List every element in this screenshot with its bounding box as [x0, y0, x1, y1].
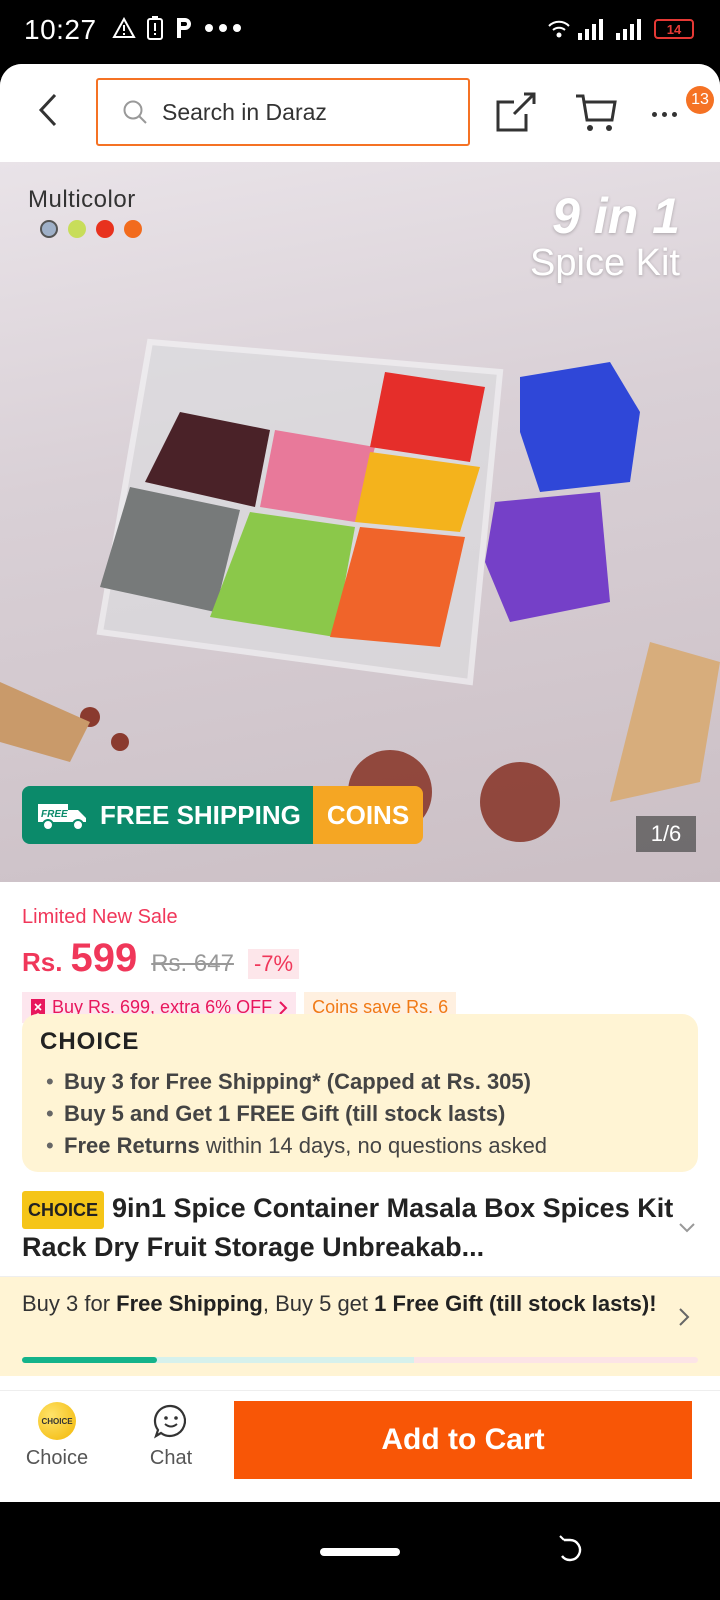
chevron-right-icon — [679, 1308, 690, 1326]
product-title: CHOICE 9in1 Spice Container Masala Box Sp… — [22, 1190, 698, 1265]
choice-tab[interactable]: CHOICE Choice — [12, 1401, 102, 1470]
discount-badge: -7% — [247, 949, 300, 979]
chat-label: Chat — [149, 1447, 193, 1469]
share-button[interactable] — [494, 90, 538, 134]
choice-logo: CHOICE — [40, 1028, 140, 1055]
benefit-free-shipping: Buy 3 for Free Shipping* (Capped at Rs. … — [40, 1066, 680, 1098]
product-image-carousel[interactable]: Multicolor 9 in 1 Spice Kit FREE FREE SH… — [0, 162, 720, 882]
status-bar: 10:27 14 — [0, 0, 720, 64]
free-shipping-progress[interactable]: Buy 3 for Free Shipping, Buy 5 get 1 Fre… — [0, 1276, 720, 1376]
image-page-counter: 1/6 — [636, 816, 696, 852]
add-to-cart-button[interactable]: Add to Cart — [234, 1401, 692, 1479]
color-swatches — [40, 220, 142, 238]
choice-benefits[interactable]: CHOICE Buy 3 for Free Shipping* (Capped … — [22, 1014, 698, 1172]
choice-badge: CHOICE — [22, 1190, 105, 1229]
signal-icon-2 — [616, 19, 641, 40]
share-icon — [496, 92, 536, 132]
chat-tab[interactable]: Chat — [126, 1401, 216, 1470]
choice-coin-icon: CHOICE — [38, 1402, 76, 1440]
shipping-text: FREE SHIPPING — [100, 799, 301, 830]
parking-icon — [177, 18, 191, 38]
swatch-green — [68, 220, 86, 238]
sale-label: Limited New Sale — [22, 906, 178, 928]
more-options-button[interactable] — [652, 102, 692, 126]
product-title-section[interactable]: CHOICE 9in1 Spice Container Masala Box Sp… — [22, 1190, 698, 1265]
chevron-down-icon[interactable] — [676, 1216, 698, 1238]
product-page: Search in Daraz 13 Multicolor 9 in 1 Spi… — [0, 64, 720, 1502]
system-nav-bar — [0, 1502, 720, 1600]
cart-button[interactable] — [574, 90, 618, 134]
warning-icon — [112, 17, 136, 38]
home-gesture-pill[interactable] — [320, 1548, 400, 1556]
rotate-icon[interactable] — [556, 1534, 588, 1566]
status-time: 10:27 — [24, 14, 97, 45]
price-currency: Rs. — [22, 947, 63, 977]
notification-badge: 13 — [686, 86, 714, 114]
cart-icon — [576, 94, 617, 131]
top-bar: Search in Daraz 13 — [0, 64, 720, 162]
search-input[interactable]: Search in Daraz — [96, 78, 470, 146]
more-icon — [652, 111, 657, 117]
battery-indicator: 14 — [654, 19, 694, 39]
kit-title: 9 in 1 Spice Kit — [530, 190, 680, 284]
swatch-blue — [40, 220, 58, 238]
benefit-free-returns: Free Returns within 14 days, no question… — [40, 1130, 680, 1162]
notification-icons — [112, 16, 242, 40]
truck-icon: FREE — [38, 804, 86, 831]
search-placeholder: Search in Daraz — [162, 98, 327, 125]
signal-icon — [578, 19, 603, 40]
chevron-left-icon — [38, 93, 57, 127]
search-icon — [123, 100, 147, 124]
free-badge-text: FREE — [41, 809, 68, 820]
kit-title-big: 9 in 1 — [552, 188, 680, 244]
swatch-red — [96, 220, 114, 238]
choice-benefits-list: Buy 3 for Free Shipping* (Capped at Rs. … — [40, 1066, 680, 1162]
choice-label: Choice — [25, 1447, 89, 1469]
swatch-orange — [124, 220, 142, 238]
system-icons: 14 — [548, 18, 694, 40]
more-notifications-icon — [205, 24, 241, 32]
current-price: 599 — [70, 936, 138, 980]
kit-title-small: Spice Kit — [530, 241, 680, 284]
price-row: Rs. 599 Rs. 647 -7% — [22, 936, 300, 981]
free-shipping-banner: FREE FREE SHIPPING COINS — [22, 786, 424, 844]
benefit-free-gift: Buy 5 and Get 1 FREE Gift (till stock la… — [40, 1098, 680, 1130]
progress-fill — [22, 1357, 158, 1363]
progress-track — [22, 1357, 698, 1363]
variant-label: Multicolor — [28, 186, 136, 213]
progress-text: Buy 3 for Free Shipping, Buy 5 get 1 Fre… — [22, 1291, 657, 1316]
coins-label: COINS — [312, 786, 424, 844]
wifi-icon — [548, 20, 570, 38]
bottom-action-bar: CHOICE Choice Chat Add to Cart — [0, 1390, 720, 1486]
back-button[interactable] — [30, 90, 66, 130]
free-shipping-label: FREE FREE SHIPPING — [22, 786, 313, 844]
chat-icon — [153, 1404, 187, 1439]
battery-alert-icon — [147, 16, 163, 40]
original-price: Rs. 647 — [151, 950, 234, 977]
